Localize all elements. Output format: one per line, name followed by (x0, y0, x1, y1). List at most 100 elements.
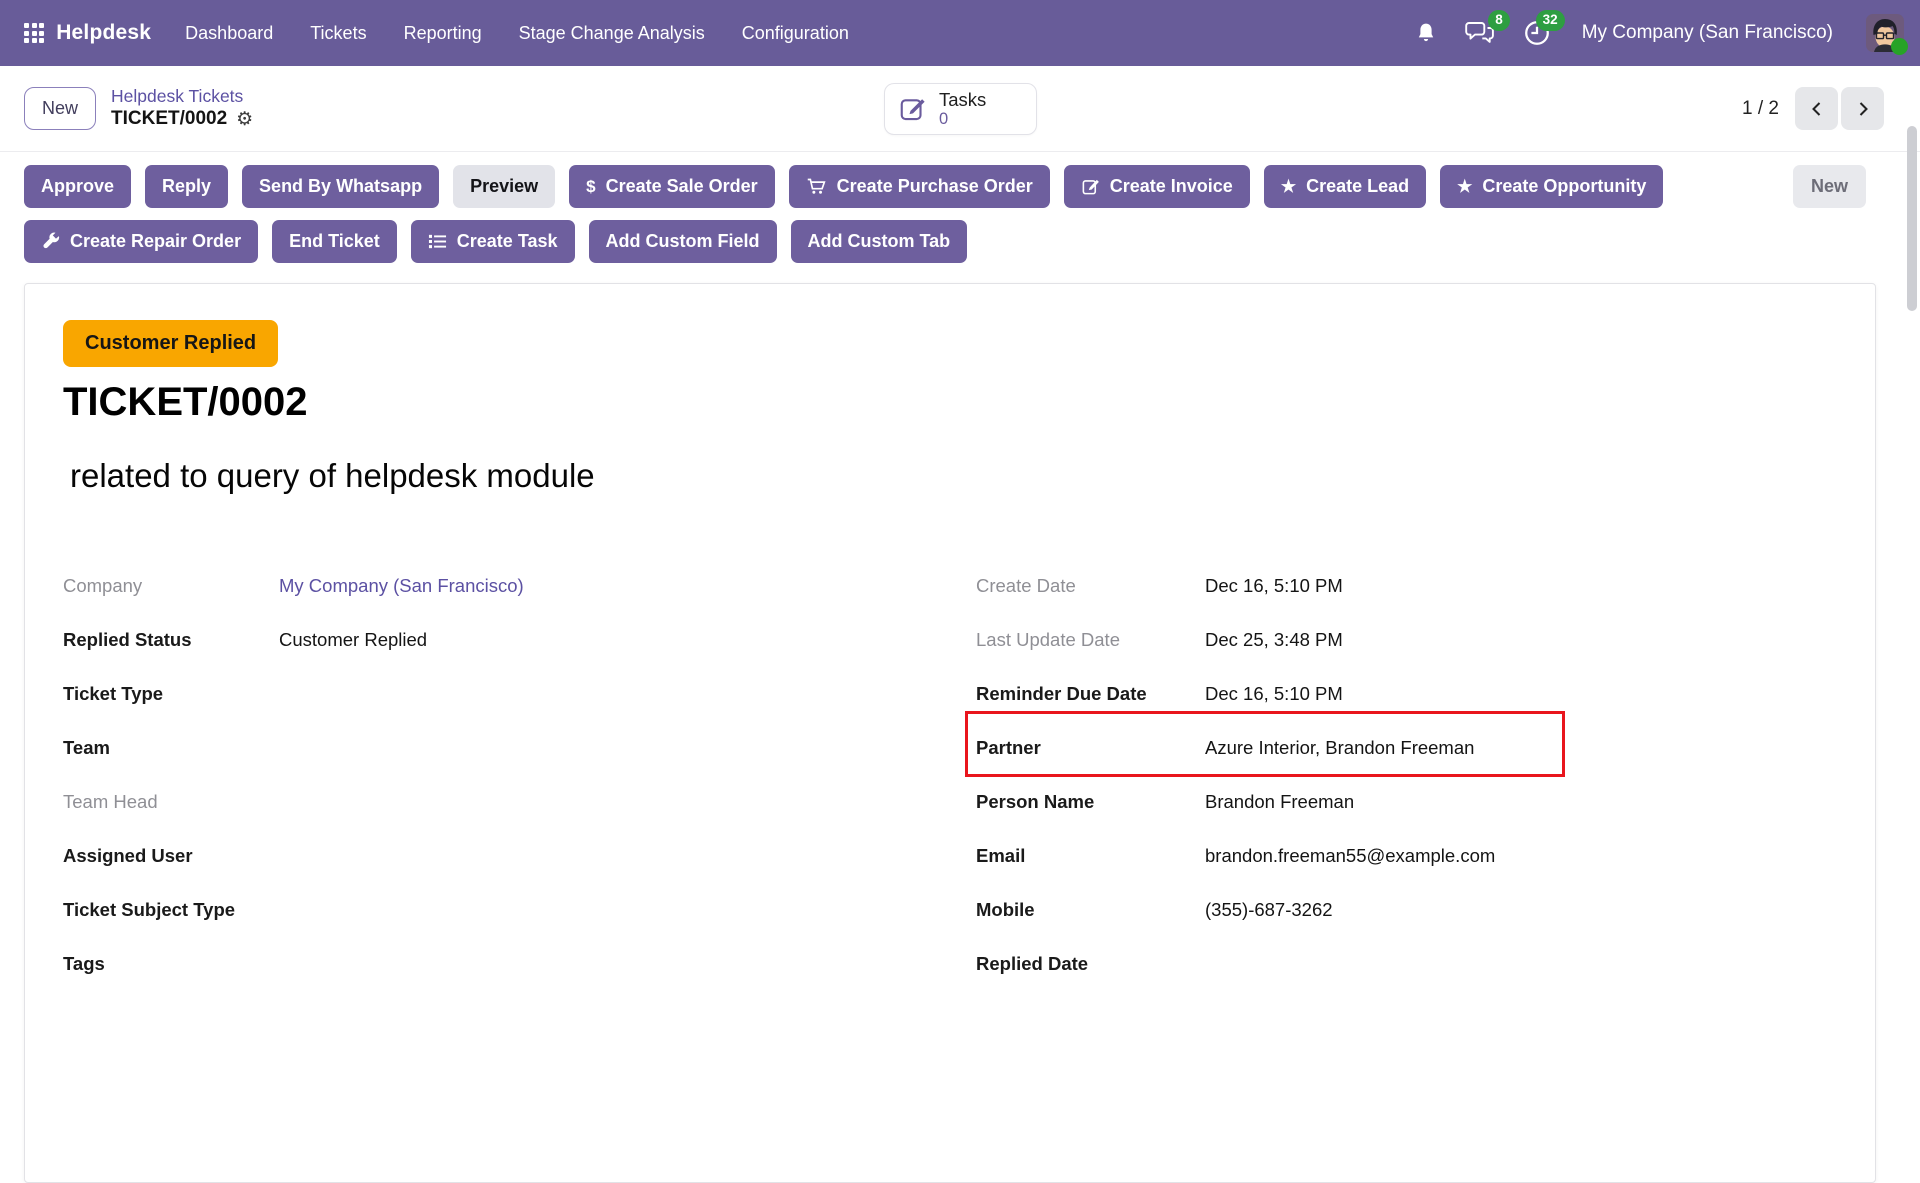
reply-button[interactable]: Reply (145, 165, 228, 208)
ticket-reference-title: TICKET/0002 (63, 379, 1837, 425)
button-label: Preview (470, 176, 538, 197)
nav-item-stage-change-analysis[interactable]: Stage Change Analysis (519, 23, 705, 44)
button-label: Create Invoice (1110, 176, 1233, 197)
field-label: Ticket Type (63, 683, 279, 705)
button-label: Create Opportunity (1482, 176, 1646, 197)
new-record-button[interactable]: New (24, 87, 96, 130)
field-value-replied-status[interactable]: Customer Replied (279, 629, 427, 651)
field-value-partner[interactable]: Azure Interior, Brandon Freeman (1205, 737, 1474, 759)
fields-column-left: CompanyMy Company (San Francisco) Replied… (63, 575, 976, 1007)
end-ticket-button[interactable]: End Ticket (272, 220, 397, 263)
create-task-button[interactable]: Create Task (411, 220, 575, 263)
tasks-count: 0 (939, 110, 986, 129)
activities-clock-icon[interactable]: 32 (1523, 19, 1551, 47)
pager-next-button[interactable] (1841, 87, 1884, 130)
field-row-email: Emailbrandon.freeman55@example.com (976, 845, 1837, 899)
field-row-assigned-user: Assigned User (63, 845, 976, 899)
vertical-scrollbar[interactable] (1907, 126, 1917, 311)
nav-item-tickets[interactable]: Tickets (310, 23, 366, 44)
app-brand[interactable]: Helpdesk (56, 21, 151, 45)
nav-item-configuration[interactable]: Configuration (742, 23, 849, 44)
field-row-last-update-date: Last Update DateDec 25, 3:48 PM (976, 629, 1837, 683)
field-label: Partner (976, 737, 1205, 759)
nav-item-reporting[interactable]: Reporting (404, 23, 482, 44)
field-value-mobile[interactable]: (355)-687-3262 (1205, 899, 1333, 921)
button-label: Create Sale Order (606, 176, 758, 197)
edit-square-icon (898, 94, 928, 124)
systray: 8 32 My Company (San Francisco) (1414, 14, 1904, 52)
field-label: Tags (63, 953, 279, 975)
activities-badge: 32 (1536, 10, 1565, 31)
field-label: Team (63, 737, 279, 759)
field-row-replied-date: Replied Date (976, 953, 1837, 1007)
create-sale-order-button[interactable]: $ Create Sale Order (569, 165, 775, 208)
create-opportunity-button[interactable]: ★Create Opportunity (1440, 165, 1663, 208)
company-switcher[interactable]: My Company (San Francisco) (1582, 22, 1833, 44)
field-label: Company (63, 575, 279, 597)
user-avatar[interactable] (1866, 14, 1904, 52)
create-purchase-order-button[interactable]: Create Purchase Order (789, 165, 1050, 208)
field-label: Create Date (976, 575, 1205, 597)
wrench-icon (41, 232, 60, 251)
field-value-reminder-due-date[interactable]: Dec 16, 5:10 PM (1205, 683, 1343, 705)
breadcrumb: Helpdesk Tickets TICKET/0002 ⚙ (111, 87, 253, 130)
status-badge: Customer Replied (63, 320, 278, 367)
add-custom-field-button[interactable]: Add Custom Field (589, 220, 777, 263)
send-by-whatsapp-button[interactable]: Send By Whatsapp (242, 165, 439, 208)
button-label: Create Lead (1306, 176, 1409, 197)
field-row-ticket-type: Ticket Type (63, 683, 976, 737)
pager: 1 / 2 (1742, 87, 1884, 130)
approve-button[interactable]: Approve (24, 165, 131, 208)
messages-icon[interactable]: 8 (1465, 19, 1496, 47)
nav-menus: Dashboard Tickets Reporting Stage Change An… (185, 23, 849, 44)
gear-icon[interactable]: ⚙ (236, 110, 253, 129)
field-value-email[interactable]: brandon.freeman55@example.com (1205, 845, 1495, 867)
apps-menu-icon[interactable] (24, 23, 44, 43)
field-row-person-name: Person NameBrandon Freeman (976, 791, 1837, 845)
field-value-person-name[interactable]: Brandon Freeman (1205, 791, 1354, 813)
action-row-1: Approve Reply Send By Whatsapp Preview $ Crea… (24, 165, 1896, 208)
field-label: Person Name (976, 791, 1205, 813)
dollar-icon: $ (586, 178, 595, 195)
button-label: Reply (162, 176, 211, 197)
ticket-form-sheet: Customer Replied TICKET/0002 related to … (24, 283, 1876, 1183)
field-value-last-update-date[interactable]: Dec 25, 3:48 PM (1205, 629, 1343, 651)
top-navbar: Helpdesk Dashboard Tickets Reporting Stage … (0, 0, 1920, 66)
field-label: Reminder Due Date (976, 683, 1205, 705)
field-value-create-date[interactable]: Dec 16, 5:10 PM (1205, 575, 1343, 597)
star-icon: ★ (1281, 178, 1296, 195)
button-label: Add Custom Field (606, 231, 760, 252)
field-value-company[interactable]: My Company (San Francisco) (279, 575, 524, 597)
button-label: Create Repair Order (70, 231, 241, 252)
field-row-create-date: Create DateDec 16, 5:10 PM (976, 575, 1837, 629)
edit-icon (1081, 177, 1100, 196)
breadcrumb-parent-link[interactable]: Helpdesk Tickets (111, 87, 253, 106)
nav-item-dashboard[interactable]: Dashboard (185, 23, 273, 44)
button-label: Add Custom Tab (808, 231, 951, 252)
add-custom-tab-button[interactable]: Add Custom Tab (791, 220, 968, 263)
create-lead-button[interactable]: ★ Create Lead (1264, 165, 1426, 208)
tasks-stat-button[interactable]: Tasks 0 (884, 83, 1037, 135)
button-label: Send By Whatsapp (259, 176, 422, 197)
create-repair-order-button[interactable]: Create Repair Order (24, 220, 258, 263)
ticket-subject[interactable]: related to query of helpdesk module (63, 457, 1837, 495)
create-invoice-button[interactable]: Create Invoice (1064, 165, 1250, 208)
field-label: Assigned User (63, 845, 279, 867)
preview-button[interactable]: Preview (453, 165, 555, 208)
pager-previous-button[interactable] (1795, 87, 1838, 130)
notifications-bell-icon[interactable] (1414, 20, 1438, 46)
field-row-team-head: Team Head (63, 791, 976, 845)
button-label: Create Task (457, 231, 558, 252)
cart-icon (806, 176, 827, 197)
button-label: Create Purchase Order (837, 176, 1033, 197)
field-label: Replied Date (976, 953, 1205, 975)
field-row-team: Team (63, 737, 976, 791)
field-row-ticket-subject-type: Ticket Subject Type (63, 899, 976, 953)
tasks-label: Tasks (939, 89, 986, 110)
fields-column-right: Create DateDec 16, 5:10 PMLast Update Da… (976, 575, 1837, 1007)
messages-badge: 8 (1488, 10, 1510, 31)
stage-badge-new[interactable]: New (1793, 165, 1866, 208)
field-label: Replied Status (63, 629, 279, 651)
chevron-right-icon (1854, 100, 1872, 118)
control-panel: New Helpdesk Tickets TICKET/0002 ⚙ Tasks… (0, 66, 1920, 152)
